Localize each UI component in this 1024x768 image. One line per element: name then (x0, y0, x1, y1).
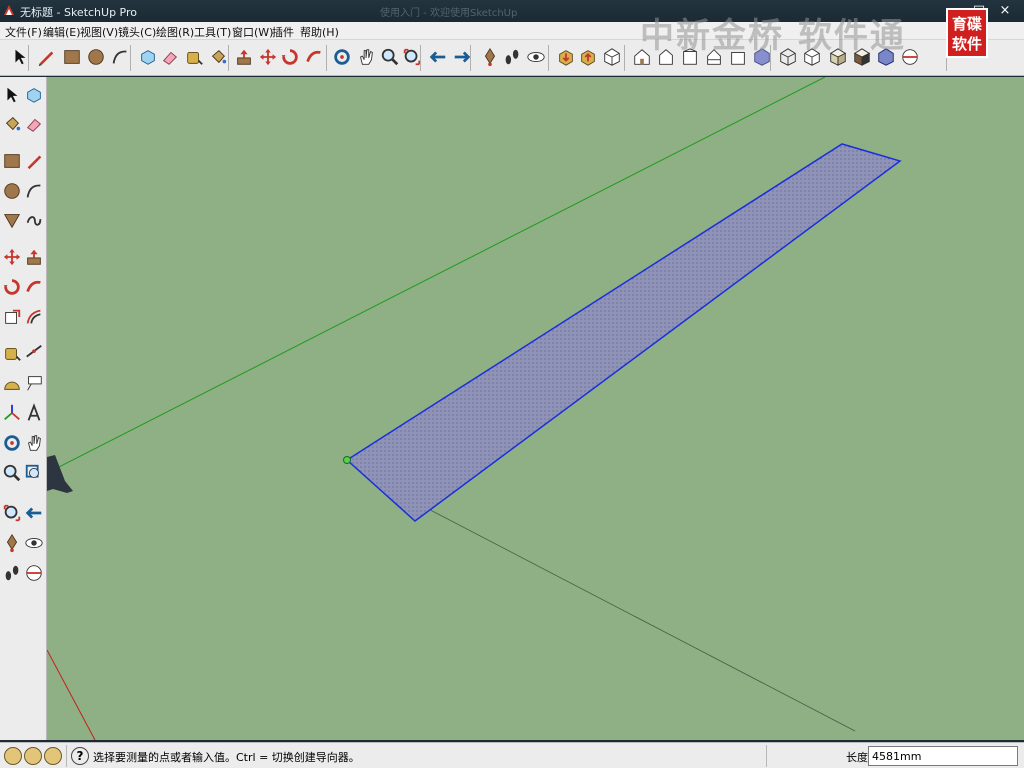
status-hint: 选择要测量的点或者输入值。Ctrl = 切换创建导向器。 (93, 751, 360, 764)
make-component-icon[interactable] (24, 85, 44, 105)
toolbar-separator (326, 45, 327, 71)
brand-logo: 育碟 软件 (946, 8, 988, 58)
circle-icon[interactable] (86, 47, 108, 69)
paint-bucket-icon[interactable] (2, 114, 22, 134)
share-model-icon[interactable] (578, 47, 600, 69)
pencil-line-icon[interactable] (36, 47, 58, 69)
rectangle-icon[interactable] (2, 151, 22, 171)
rotate-icon[interactable] (280, 47, 302, 69)
ghost-window-title: 使用入门 - 欢迎使用SketchUp (380, 8, 518, 19)
previous-view-icon[interactable] (428, 47, 450, 69)
push-pull-icon[interactable] (24, 247, 44, 267)
menu-window[interactable]: 窗口(W) (232, 24, 273, 40)
brand-logo-bottom: 软件 (951, 35, 982, 53)
scene-canvas[interactable] (47, 77, 1024, 740)
menu-tools[interactable]: 工具(T) (194, 24, 231, 40)
previous-view-icon[interactable] (24, 503, 44, 523)
scale-icon[interactable] (2, 307, 22, 327)
axes-icon[interactable] (2, 403, 22, 423)
position-camera-icon[interactable] (2, 533, 22, 553)
geo-location-icon[interactable] (4, 747, 22, 765)
text-icon[interactable] (24, 373, 44, 393)
move-icon[interactable] (258, 47, 280, 69)
rotate-icon[interactable] (2, 277, 22, 297)
left-toolbar (0, 77, 47, 740)
line-icon[interactable] (24, 151, 44, 171)
toolbar-separator (420, 45, 421, 71)
iso-view-icon[interactable] (602, 47, 624, 69)
push-pull-icon[interactable] (234, 47, 256, 69)
menu-file[interactable]: 文件(F) (5, 24, 42, 40)
polygon-icon[interactable] (2, 210, 22, 230)
follow-me-icon[interactable] (304, 47, 326, 69)
toolbar-separator (228, 45, 229, 71)
pan-icon[interactable] (24, 433, 44, 453)
toolbar-separator (548, 45, 549, 71)
move-icon[interactable] (2, 247, 22, 267)
walk-icon[interactable] (2, 563, 22, 583)
menu-plugins[interactable]: 插件 (272, 24, 294, 40)
credits-icon[interactable] (24, 747, 42, 765)
freehand-icon[interactable] (24, 210, 44, 230)
red-axis-dotted (414, 501, 856, 732)
menu-camera[interactable]: 镜头(C) (118, 24, 156, 40)
window-title: 无标题 - SketchUp Pro (20, 6, 138, 19)
select-icon[interactable] (2, 85, 22, 105)
instructor-help-icon[interactable]: ? (71, 747, 89, 765)
zoom-icon[interactable] (2, 463, 22, 483)
close-button[interactable]: × (994, 2, 1016, 20)
section-plane-icon[interactable] (24, 563, 44, 583)
eraser-icon[interactable] (160, 47, 182, 69)
follow-me-icon[interactable] (24, 277, 44, 297)
3d-text-icon[interactable] (24, 403, 44, 423)
pan-icon[interactable] (356, 47, 378, 69)
dimension-icon[interactable] (24, 343, 44, 363)
tape-measure-icon[interactable] (2, 343, 22, 363)
offset-icon[interactable] (24, 307, 44, 327)
orbit-icon[interactable] (332, 47, 354, 69)
rectangle-icon[interactable] (62, 47, 84, 69)
tape-measure-icon[interactable] (184, 47, 206, 69)
protractor-icon[interactable] (2, 373, 22, 393)
menu-help[interactable]: 帮助(H) (300, 24, 339, 40)
measurements-input[interactable] (868, 746, 1018, 766)
brand-logo-top: 育碟 (951, 15, 982, 33)
toolbar-separator (130, 45, 131, 71)
zoom-window-icon[interactable] (24, 463, 44, 483)
arc-icon[interactable] (110, 47, 132, 69)
menu-view[interactable]: 视图(V) (80, 24, 118, 40)
circle-icon[interactable] (2, 181, 22, 201)
walk-icon[interactable] (502, 47, 524, 69)
menu-edit[interactable]: 编辑(E) (43, 24, 81, 40)
rectangle-face[interactable] (345, 143, 902, 522)
orbit-icon[interactable] (2, 433, 22, 453)
arc-icon[interactable] (24, 181, 44, 201)
snap-point (343, 456, 351, 464)
position-camera-icon[interactable] (480, 47, 502, 69)
watermark-text: 中新金桥 软件通 (640, 16, 906, 56)
get-models-icon[interactable] (556, 47, 578, 69)
toolbar-separator (470, 45, 471, 71)
sketchup-logo-icon (4, 5, 14, 15)
menu-draw[interactable]: 绘图(R) (156, 24, 194, 40)
toolbar-separator (624, 45, 625, 71)
look-around-icon[interactable] (526, 47, 548, 69)
measurements-label: 长度 (846, 751, 868, 764)
paint-bucket-icon[interactable] (208, 47, 230, 69)
drawing-viewport[interactable] (47, 77, 1024, 740)
make-component-icon[interactable] (138, 47, 160, 69)
toolbar-separator (28, 45, 29, 71)
zoom-extents-icon[interactable] (2, 503, 22, 523)
scale-figure (47, 455, 73, 493)
red-axis (47, 649, 96, 740)
look-around-icon[interactable] (24, 533, 44, 553)
zoom-icon[interactable] (380, 47, 402, 69)
status-bar: ? 选择要测量的点或者输入值。Ctrl = 切换创建导向器。 长度 (0, 742, 1024, 768)
user-icon[interactable] (44, 747, 62, 765)
eraser-icon[interactable] (24, 114, 44, 134)
